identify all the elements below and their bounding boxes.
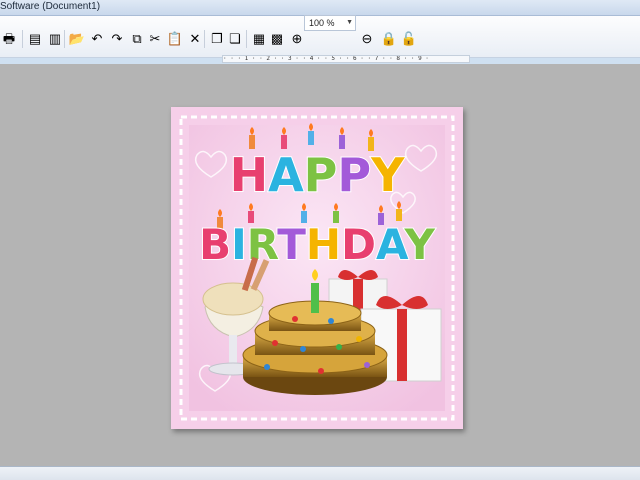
headline-letter: I [231,220,247,269]
grid-icon[interactable]: ▦ [250,30,268,48]
copy-icon[interactable]: ⧉ [128,30,146,48]
headline-letter: Y [403,220,435,269]
cut-icon[interactable]: ✂ [146,30,164,48]
database-stack-icon[interactable]: ▥ [46,30,64,48]
paste-icon[interactable]: 📋 [166,30,184,48]
headline-letter: Y [370,148,405,202]
headline-letter: T [277,220,306,269]
redo-icon[interactable]: ↷ [108,30,126,48]
bring-front-icon[interactable]: ❐ [208,30,226,48]
delete-icon[interactable]: ✕ [186,30,204,48]
headline-letter: B [199,220,231,269]
headline-letter: P [337,148,371,202]
toolbar-separator [64,30,65,48]
headline-letter: H [230,148,269,202]
headline-letter: P [304,148,338,202]
toolbar-separator [204,30,205,48]
title-bar: Software (Document1) [0,0,640,16]
zoom-in-icon[interactable]: ⊕ [288,30,306,48]
zoom-out-icon[interactable]: ⊖ [358,30,376,48]
print-icon[interactable]: 🖶 [0,30,18,48]
headline-letter: D [341,220,376,269]
birthday-card-page[interactable]: HAPPY BIRTHDAY [171,107,463,429]
happy-text: HAPPY [230,148,406,202]
database-icon[interactable]: ▤ [26,30,44,48]
ruler-ticks: · · · 1 · · 2 · · 3 · · 4 · · 5 · · 6 · … [223,55,429,62]
birthday-text: BIRTHDAY [199,220,435,269]
undo-icon[interactable]: ↶ [88,30,106,48]
toolbar-separator [22,30,23,48]
zoom-dropdown[interactable]: 100 % ▼ [304,15,356,31]
window-title: Software (Document1) [0,1,101,12]
toolbar-separator [246,30,247,48]
headline-letter: H [306,220,341,269]
grid-snap-icon[interactable]: ▩ [268,30,286,48]
horizontal-ruler[interactable]: · · · 1 · · 2 · · 3 · · 4 · · 5 · · 6 · … [222,55,470,63]
card-artwork: HAPPY BIRTHDAY [171,107,463,429]
lock-icon[interactable]: 🔒 [380,30,398,48]
headline-letter: A [268,148,304,202]
open-folder-icon[interactable]: 📂 [68,30,86,48]
status-bar [0,466,640,480]
chevron-down-icon[interactable]: ▼ [346,16,353,30]
unlock-icon[interactable]: 🔓 [400,30,418,48]
zoom-value: 100 % [309,18,335,28]
send-back-icon[interactable]: ❏ [226,30,244,48]
